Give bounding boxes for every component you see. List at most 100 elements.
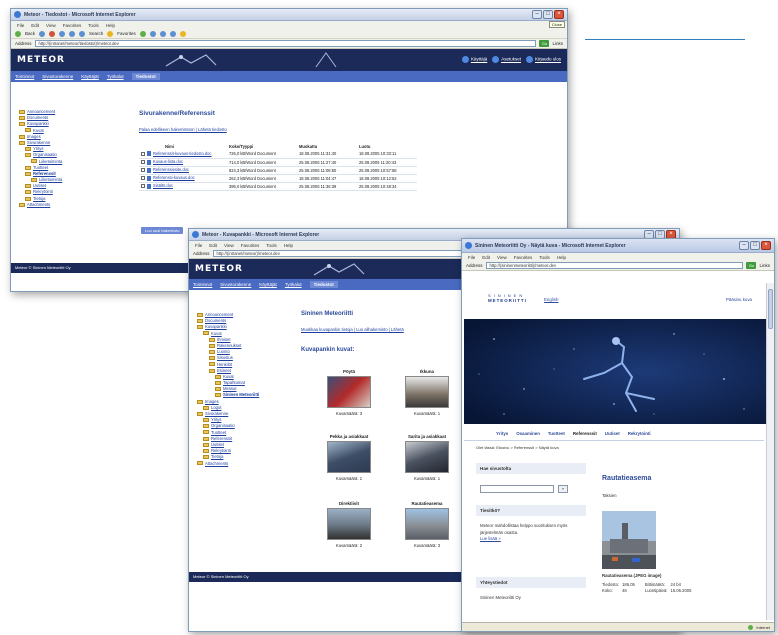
- gallery-item[interactable]: Sarita ja asiakkaat Kuvamäärä: 1: [399, 434, 455, 481]
- window-titlebar[interactable]: Meteor - Tiedostot - Microsoft Internet …: [11, 9, 567, 21]
- table-row[interactable]: Kuvaus-lista.doc 714,0 kB/Word Document …: [139, 158, 417, 167]
- folder-icon[interactable]: [179, 30, 186, 37]
- scrollbar-thumb[interactable]: [768, 289, 773, 329]
- nav-sivustorakenne[interactable]: Sivustorakenne: [220, 282, 251, 287]
- site-nav-rekrytointi[interactable]: Rekrytointi: [628, 431, 651, 436]
- address-input[interactable]: http://(intranet/meteor/tiedostot)/meteo…: [34, 40, 537, 47]
- menu-tools[interactable]: Tools: [266, 243, 277, 248]
- mail-icon[interactable]: [159, 30, 166, 37]
- search-button[interactable]: Search: [89, 31, 103, 36]
- menu-view[interactable]: View: [497, 255, 507, 260]
- menu-file[interactable]: File: [468, 255, 475, 260]
- history-icon[interactable]: [149, 30, 156, 37]
- stop-icon[interactable]: [49, 30, 56, 37]
- menu-favorites[interactable]: Favorites: [63, 23, 82, 28]
- menu-help[interactable]: Help: [557, 255, 566, 260]
- nav-kayttajat[interactable]: Käyttäjät: [81, 74, 99, 79]
- menu-help[interactable]: Help: [106, 23, 115, 28]
- gallery-item[interactable]: Rautatieasema Kuvamäärä: 3: [399, 501, 455, 548]
- nav-toiminnot[interactable]: Toiminnot: [193, 282, 212, 287]
- site-nav-tuotteet[interactable]: Tuotteet: [548, 431, 565, 436]
- table-row[interactable]: Referenssi-kuvaus.doc 262,3 kB/Word Docu…: [139, 174, 417, 183]
- tree-item[interactable]: Attachments: [19, 202, 62, 208]
- nav-toiminnot[interactable]: Toiminnot: [15, 74, 34, 79]
- site-nav-referenssit[interactable]: Referenssit: [573, 431, 597, 436]
- menu-tools[interactable]: Tools: [539, 255, 550, 260]
- site-nav-uutiset[interactable]: Uutiset: [605, 431, 620, 436]
- table-row[interactable]: Referenssiesite.doc 824,3 kB/Word Docume…: [139, 166, 417, 175]
- image-thumbnail[interactable]: [327, 441, 371, 473]
- site-nav-yritys[interactable]: Yritys: [496, 431, 508, 436]
- col-header-name[interactable]: Nimi: [139, 143, 227, 150]
- links-button[interactable]: Links: [552, 41, 563, 46]
- minimize-button[interactable]: –: [532, 10, 542, 19]
- image-thumbnail[interactable]: [405, 376, 449, 408]
- file-name[interactable]: Referenssit-kuvaus-tiedosto.doc: [153, 151, 211, 156]
- print-icon[interactable]: [169, 30, 176, 37]
- gallery-item[interactable]: Pöytä Kuvamäärä: 3: [321, 369, 377, 416]
- window-titlebar[interactable]: Sininen Meteoriitti Oy - Näytä kuva - Mi…: [462, 239, 774, 253]
- header-link-user[interactable]: Käyttäjä: [461, 56, 487, 63]
- site-search-button[interactable]: »: [558, 485, 568, 493]
- home-icon[interactable]: [69, 30, 76, 37]
- close-button[interactable]: ×: [554, 10, 564, 19]
- menu-view[interactable]: View: [224, 243, 234, 248]
- menu-edit[interactable]: Edit: [31, 23, 39, 28]
- header-link-settings[interactable]: Asetukset: [492, 56, 521, 63]
- favorites-icon[interactable]: [107, 30, 114, 37]
- file-name[interactable]: Referenssiesite.doc: [153, 167, 189, 172]
- image-thumbnail[interactable]: [327, 376, 371, 408]
- row-checkbox[interactable]: [141, 184, 145, 189]
- favorites-button[interactable]: Favorites: [117, 31, 136, 36]
- breadcrumb-links[interactable]: Palaa edelliseen hakemistoon | Lähetä ti…: [139, 127, 227, 132]
- back-icon[interactable]: [15, 30, 21, 37]
- site-nav-osaaminen[interactable]: Osaaminen: [516, 431, 540, 436]
- close-button[interactable]: ×: [761, 241, 771, 250]
- menu-view[interactable]: View: [46, 23, 56, 28]
- nav-tyokalut[interactable]: Työkalut: [285, 282, 302, 287]
- row-checkbox[interactable]: [141, 176, 145, 181]
- row-checkbox[interactable]: [141, 168, 145, 173]
- gallery-item[interactable]: Pekka ja asiakkaat Kuvamäärä: 1: [321, 434, 377, 481]
- links-button[interactable]: Links: [759, 263, 770, 268]
- site-search-input[interactable]: [480, 485, 554, 493]
- refresh-icon[interactable]: [59, 30, 66, 37]
- language-link[interactable]: English: [544, 297, 558, 302]
- nav-tiedostot[interactable]: Tiedostot: [131, 73, 160, 80]
- col-header-modified[interactable]: Muokattu: [297, 143, 357, 150]
- col-header-created[interactable]: Luotu: [357, 143, 417, 150]
- home-link[interactable]: Pääsivu kuva: [726, 297, 752, 302]
- menu-edit[interactable]: Edit: [209, 243, 217, 248]
- breadcrumb-links[interactable]: Muokkaa kuvapankin tietoja | Luo alihake…: [301, 327, 404, 332]
- menu-favorites[interactable]: Favorites: [241, 243, 260, 248]
- maximize-button[interactable]: □: [750, 241, 760, 250]
- col-header-size[interactable]: Koko/Tyyppi: [227, 143, 297, 150]
- maximize-button[interactable]: □: [543, 10, 553, 19]
- image-thumbnail[interactable]: [327, 508, 371, 540]
- site-logo[interactable]: SININEN METEORIITTI: [488, 293, 527, 303]
- menu-file[interactable]: File: [195, 243, 202, 248]
- gallery-item[interactable]: Direktiivit Kuvamäärä: 2: [321, 501, 377, 548]
- media-icon[interactable]: [139, 30, 146, 37]
- create-folder-button[interactable]: Luo uusi hakemisto: [141, 227, 184, 234]
- file-name[interactable]: Sisältö.doc: [153, 183, 173, 188]
- menu-edit[interactable]: Edit: [482, 255, 490, 260]
- row-checkbox[interactable]: [141, 160, 145, 165]
- row-checkbox[interactable]: [141, 151, 145, 156]
- menu-tools[interactable]: Tools: [88, 23, 99, 28]
- image-thumbnail[interactable]: [405, 441, 449, 473]
- nav-tyokalut[interactable]: Työkalut: [107, 74, 124, 79]
- nav-kayttajat[interactable]: Käyttäjät: [259, 282, 277, 287]
- file-name[interactable]: Kuvaus-lista.doc: [153, 159, 183, 164]
- image-thumbnail[interactable]: [405, 508, 449, 540]
- nav-tiedostot[interactable]: Tiedostot: [309, 281, 338, 288]
- gallery-item[interactable]: Ikkuna Kuvamäärä: 1: [399, 369, 455, 416]
- table-row[interactable]: Referenssit-kuvaus-tiedosto.doc 726,0 kB…: [139, 150, 417, 159]
- menu-favorites[interactable]: Favorites: [514, 255, 533, 260]
- go-button[interactable]: Go: [746, 262, 757, 269]
- go-button[interactable]: Go: [539, 40, 550, 47]
- site-breadcrumb[interactable]: Olet tässä: Etusivu > Referenssit > Näyt…: [476, 445, 559, 452]
- back-button[interactable]: Back: [25, 31, 35, 36]
- search-icon[interactable]: [79, 30, 86, 37]
- tip-read-more-link[interactable]: Lue lisää »: [480, 536, 501, 541]
